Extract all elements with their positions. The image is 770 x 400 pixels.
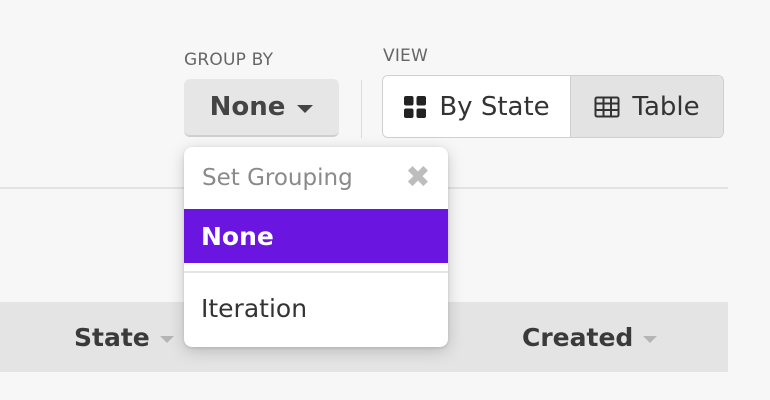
view-toggle: By State Table: [382, 75, 724, 138]
group-by-label: GROUP BY: [184, 50, 274, 70]
column-header-state[interactable]: State: [74, 302, 174, 372]
group-by-dropdown-button[interactable]: None: [184, 79, 339, 137]
chevron-down-icon: [297, 105, 314, 113]
grouping-option-label: Iteration: [201, 293, 308, 323]
close-icon[interactable]: ✖: [402, 162, 434, 194]
grouping-option-iteration[interactable]: Iteration: [184, 281, 448, 335]
dropdown-title: Set Grouping: [202, 165, 353, 191]
dropdown-divider: [184, 271, 448, 273]
sort-down-icon: [643, 335, 658, 343]
view-by-state-button[interactable]: By State: [383, 76, 571, 137]
grid-icon: [404, 95, 427, 118]
grouping-option-none[interactable]: None: [184, 209, 448, 263]
column-header-label: State: [74, 322, 150, 352]
view-by-state-label: By State: [439, 91, 550, 122]
sort-down-icon: [159, 335, 174, 343]
column-header-label: Created: [522, 322, 634, 352]
view-table-button[interactable]: Table: [571, 76, 723, 137]
view-table-label: Table: [632, 91, 700, 122]
grouping-dropdown-menu: Set Grouping ✖ None Iteration: [184, 147, 448, 347]
view-label: VIEW: [383, 46, 428, 66]
table-icon: [594, 96, 620, 117]
toolbar-divider: [361, 80, 362, 138]
group-by-value: None: [209, 92, 286, 122]
grouping-option-label: None: [201, 221, 274, 251]
column-header-created[interactable]: Created: [522, 302, 658, 372]
